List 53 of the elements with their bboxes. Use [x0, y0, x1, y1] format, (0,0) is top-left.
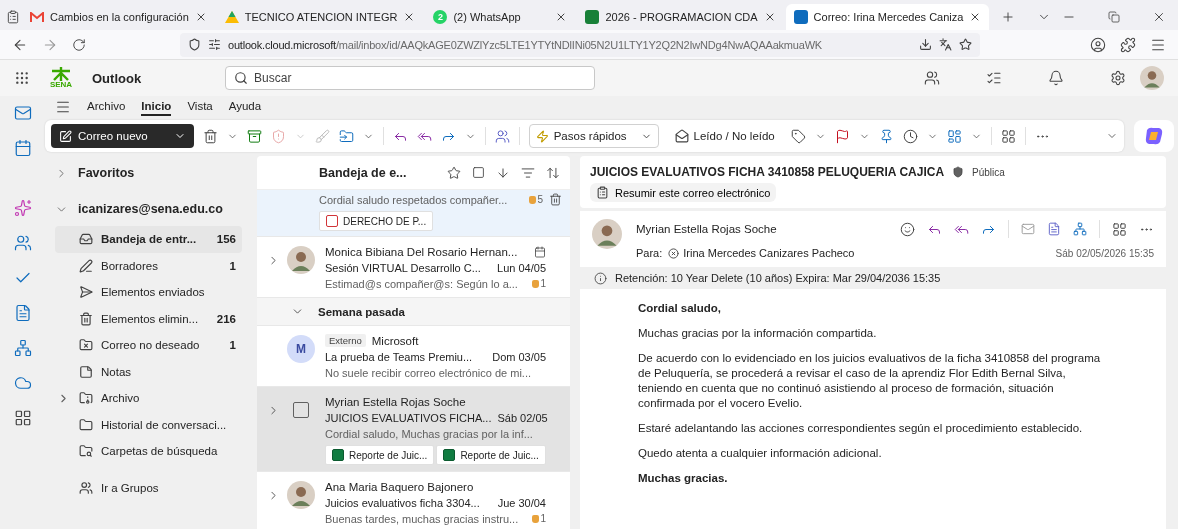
browser-tab[interactable]: TECNICO ATENCION INTEGR: [216, 4, 424, 30]
browser-tab[interactable]: 2026 - PROGRAMACION CDA: [577, 4, 784, 30]
folder-item[interactable]: Elementos elimin... 216: [55, 305, 242, 332]
email-paragraph: Estaré adelantando las acciones correspondientes según el procedimiento establecido.: [638, 421, 1084, 436]
retention-notice: Retención: 10 Year Delete (10 años) Expira: Mar 29/04/2036 15:35: [615, 272, 941, 284]
like-count: 5: [529, 194, 543, 205]
search-field[interactable]: Buscar: [225, 66, 596, 90]
folder-item[interactable]: Elementos enviados: [55, 279, 242, 306]
summarize-button[interactable]: Resumir este correo electrónico: [590, 183, 777, 202]
message-row[interactable]: Cordial saludo respetados compañer... 5 DERECHO DE P...: [257, 190, 570, 237]
favorites-header[interactable]: Favoritos: [55, 156, 242, 190]
account-header[interactable]: icanizares@sena.edu.co: [55, 192, 242, 226]
email-paragraph: Quedo atenta a cualquier información adicional.: [638, 446, 883, 461]
email-paragraph: De acuerdo con lo evidenciado en los juicios evaluativos de la ficha 3410858 del programa de Peluquería, se procederá a revisar el caso de la aprendiz Flor Edith Bernal Silva, teniendo en cuenta que no continuó asistiendo al proceso de formación, situación confirmada por el vocero Evelio.: [638, 351, 1102, 411]
folder-item[interactable]: Borradores 1: [55, 252, 242, 279]
email-paragraph: Muchas gracias.: [638, 471, 729, 486]
sensitivity-label: Pública: [972, 166, 1005, 178]
ribbon-tab[interactable]: Inicio: [141, 98, 172, 116]
avatar-initial: M: [287, 335, 315, 363]
browser-tab[interactable]: 2 (2) WhatsApp: [425, 4, 576, 30]
groups-link[interactable]: Ir a Grupos: [55, 474, 242, 501]
tab-badge: 2: [433, 10, 448, 24]
folder-item[interactable]: Carpetas de búsqueda: [55, 438, 242, 465]
ribbon-tab[interactable]: Ayuda: [228, 98, 262, 116]
recipient[interactable]: Irina Mercedes Canizares Pacheco: [668, 247, 855, 259]
browser-tab[interactable]: Cambios en la configuración: [22, 4, 215, 30]
folder-item[interactable]: Notas: [55, 358, 242, 385]
to-label: Para:: [636, 247, 663, 259]
attachment-chip[interactable]: DERECHO DE P...: [319, 211, 434, 231]
logo-text: SENA: [49, 81, 73, 89]
browser-tab[interactable]: Correo: Irina Mercedes Caniza: [785, 4, 990, 30]
like-count: 1: [532, 278, 546, 289]
group-header: Semana pasada: [318, 305, 405, 318]
ribbon-tab[interactable]: Archivo: [87, 98, 126, 116]
attachment-chip[interactable]: Reporte de Juic...: [436, 445, 546, 465]
list-title: Bandeja de e...: [319, 165, 408, 180]
folder-item[interactable]: Correo no deseado 1: [55, 332, 242, 359]
folder-item[interactable]: Bandeja de entr... 156: [55, 226, 242, 253]
quick-steps-button[interactable]: Pasos rápidos: [528, 124, 659, 148]
like-count: 1: [532, 513, 546, 524]
folder-item[interactable]: Archivo: [55, 385, 242, 412]
email-date: Sáb 02/05/2026 15:35: [1055, 247, 1154, 259]
attachment-chip[interactable]: Reporte de Juic...: [325, 445, 435, 465]
app-name: Outlook: [92, 70, 142, 86]
sender-name: Myrian Estella Rojas Soche: [636, 223, 778, 235]
address-bar[interactable]: outlook.cloud.microsoft/mail/inbox/id/AAQkAGE0ZWZlYzc5LTE1YTYtNDlINi05N2U1LTY1Y2Q2N2IwNDg4NwAQAAakmuaWK: [180, 32, 980, 57]
new-mail-button[interactable]: Correo nuevo: [51, 124, 194, 148]
email-paragraph: Muchas gracias por la información compartida.: [638, 326, 878, 341]
folder-item[interactable]: Historial de conversaci...: [55, 411, 242, 438]
email-paragraph: Cordial saludo,: [638, 301, 723, 316]
message-row[interactable]: Myrian Estella Rojas Soche JUICIOS EVALUATIVOS FICHA... Sáb 02/05 Cordial saludo, Muchas gracias por la inf... Reporte de Juic... Reporte de Juic...: [257, 387, 570, 472]
ribbon-tab[interactable]: Vista: [187, 98, 213, 116]
email-subject: JUICIOS EVALUATIVOS FICHA 3410858 PELUQUERIA CAJICA: [590, 165, 945, 179]
